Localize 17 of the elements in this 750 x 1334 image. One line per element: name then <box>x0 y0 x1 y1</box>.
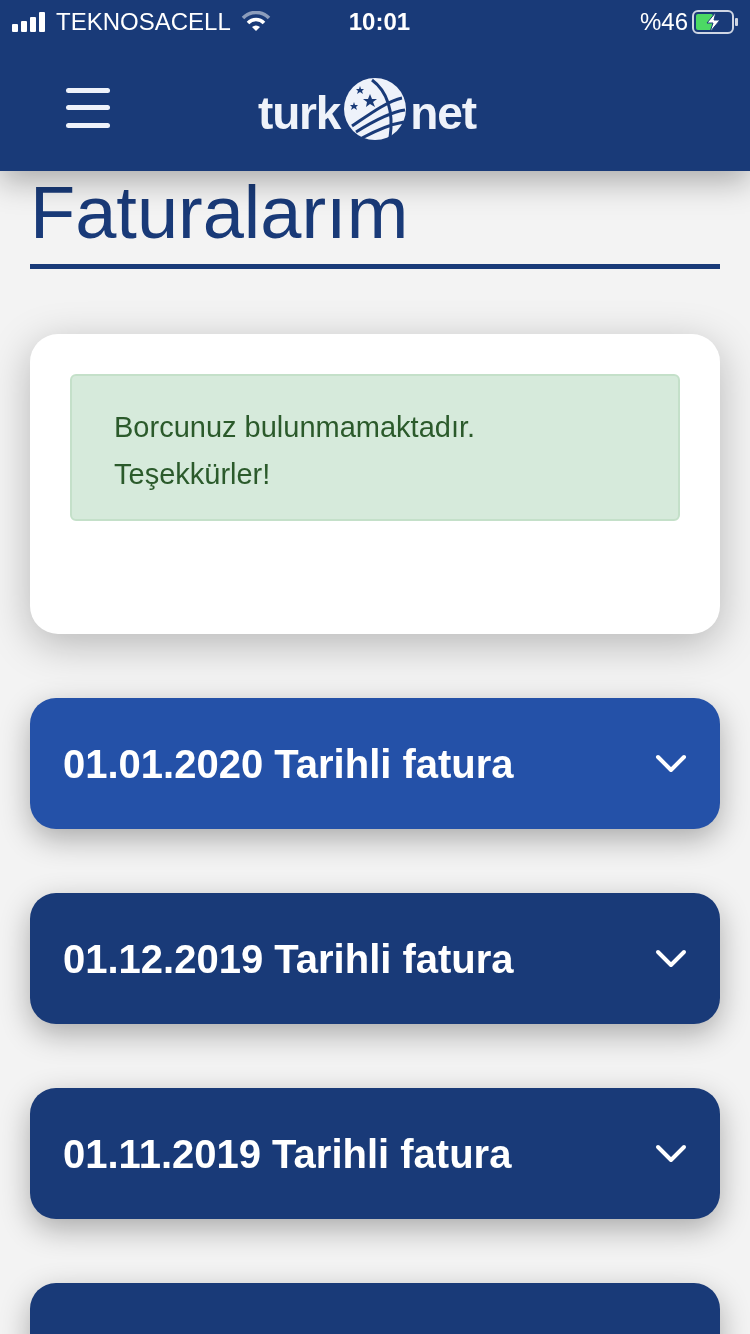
chevron-down-icon <box>655 1143 687 1164</box>
invoice-accordion[interactable]: 01.12.2019 Tarihli fatura <box>30 893 720 1024</box>
clock-time: 10:01 <box>348 7 411 37</box>
logo-text: net <box>410 90 476 136</box>
signal-icon <box>12 12 48 32</box>
globe-icon <box>342 76 409 142</box>
carrier-name: TEKNOSACELL <box>56 7 231 37</box>
page-title: Faturalarım <box>30 176 410 250</box>
alert-message: Borcunuz bulunmamaktadır. Teşekkürler! <box>114 410 477 492</box>
menu-button[interactable] <box>66 87 110 128</box>
logo-text: turk <box>258 90 341 136</box>
invoice-accordion[interactable]: 01.11.2019 Tarihli fatura <box>30 1088 720 1219</box>
invoice-accordion[interactable]: 01.01.2020 Tarihli fatura <box>30 698 720 829</box>
chevron-down-icon <box>655 753 687 774</box>
wifi-icon <box>240 11 271 33</box>
chevron-down-icon <box>655 948 687 969</box>
battery-percent: %46 <box>639 7 688 37</box>
